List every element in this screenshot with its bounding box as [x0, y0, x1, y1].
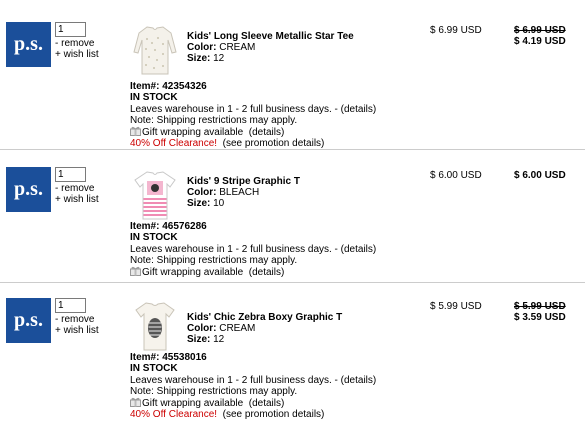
product-thumbnail[interactable]	[130, 24, 180, 76]
item-number: 42354326	[162, 81, 207, 92]
shipping-note: Leaves warehouse in 1 - 2 full business …	[130, 374, 377, 386]
row-divider	[0, 149, 585, 150]
stock-status: IN STOCK	[130, 232, 178, 244]
restriction-note: Note: Shipping restrictions may apply.	[130, 385, 298, 397]
cart-item-3: p.s. - remove + wish list Kids' Chic Zeb…	[0, 298, 585, 423]
wish-list-link[interactable]: + wish list	[55, 49, 99, 60]
product-thumbnail[interactable]	[130, 169, 180, 221]
unit-price: $ 6.99 USD	[430, 25, 482, 36]
restriction-note: Note: Shipping restrictions may apply.	[130, 254, 298, 266]
gift-wrap-row: Gift wrapping available (details)	[130, 397, 376, 409]
product-details: Kids' 9 Stripe Graphic T Color: BLEACH S…	[187, 176, 300, 209]
promo-text: 40% Off Clearance!	[130, 138, 218, 150]
gift-details-link[interactable]: (details)	[249, 267, 285, 278]
item-actions: - remove + wish list	[55, 183, 99, 205]
stock-status: IN STOCK	[130, 363, 178, 375]
original-price: $ 6.99 USD	[514, 25, 566, 36]
item-number: 46576286	[162, 221, 207, 232]
gift-wrap-text: Gift wrapping available	[142, 127, 244, 139]
color-value: CREAM	[219, 323, 256, 334]
size-value: 12	[213, 53, 225, 64]
row-divider	[0, 282, 585, 283]
color-value: CREAM	[219, 42, 256, 53]
size-label: Size:	[187, 198, 211, 209]
restriction-note: Note: Shipping restrictions may apply.	[130, 114, 298, 126]
sale-price: $ 3.59 USD	[514, 312, 566, 323]
gift-wrap-text: Gift wrapping available	[142, 398, 244, 410]
color-label: Color:	[187, 187, 217, 198]
size-label: Size:	[187, 334, 211, 345]
price-total: $ 5.99 USD $ 3.59 USD	[514, 301, 566, 323]
unit-price: $ 5.99 USD	[430, 301, 482, 312]
item-info: Item#: 46576286 IN STOCK Leaves warehous…	[130, 221, 376, 278]
price-total: $ 6.00 USD	[514, 170, 566, 181]
gift-wrap-row: Gift wrapping available (details)	[130, 266, 376, 278]
item-number-label: Item#:	[130, 221, 160, 232]
item-info: Item#: 42354326 IN STOCK Leaves warehous…	[130, 81, 376, 150]
product-thumbnail[interactable]	[130, 300, 180, 352]
sale-price: $ 6.00 USD	[514, 170, 566, 181]
remove-link[interactable]: - remove	[55, 314, 99, 325]
original-price: $ 5.99 USD	[514, 301, 566, 312]
remove-link[interactable]: - remove	[55, 38, 99, 49]
color-label: Color:	[187, 323, 217, 334]
item-actions: - remove + wish list	[55, 38, 99, 60]
item-number-label: Item#:	[130, 81, 160, 92]
item-actions: - remove + wish list	[55, 314, 99, 336]
price-total: $ 6.99 USD $ 4.19 USD	[514, 25, 566, 47]
item-number: 45538016	[162, 352, 207, 363]
shipping-note: Leaves warehouse in 1 - 2 full business …	[130, 243, 377, 255]
wish-list-link[interactable]: + wish list	[55, 325, 99, 336]
gift-wrap-row: Gift wrapping available (details)	[130, 126, 376, 138]
item-info: Item#: 45538016 IN STOCK Leaves warehous…	[130, 352, 376, 421]
promo-details-link[interactable]: (see promotion details)	[223, 138, 325, 149]
size-label: Size:	[187, 53, 211, 64]
gift-details-link[interactable]: (details)	[249, 127, 285, 138]
cart-item-2: p.s. - remove + wish list Kids' 9 Stripe…	[0, 167, 585, 287]
product-name[interactable]: Kids' Chic Zebra Boxy Graphic T	[187, 312, 342, 323]
gift-wrap-text: Gift wrapping available	[142, 267, 244, 279]
gift-icon	[130, 267, 141, 277]
promo-details-link[interactable]: (see promotion details)	[223, 409, 325, 420]
color-value: BLEACH	[219, 187, 260, 198]
remove-link[interactable]: - remove	[55, 183, 99, 194]
quantity-input[interactable]	[55, 167, 86, 182]
size-value: 10	[213, 198, 225, 209]
brand-logo: p.s.	[6, 298, 51, 343]
quantity-input[interactable]	[55, 298, 86, 313]
stock-status: IN STOCK	[130, 92, 178, 104]
product-name[interactable]: Kids' 9 Stripe Graphic T	[187, 176, 300, 187]
item-number-label: Item#:	[130, 352, 160, 363]
wish-list-link[interactable]: + wish list	[55, 194, 99, 205]
size-value: 12	[213, 334, 225, 345]
unit-price: $ 6.00 USD	[430, 170, 482, 181]
sale-price: $ 4.19 USD	[514, 36, 566, 47]
shipping-note: Leaves warehouse in 1 - 2 full business …	[130, 103, 377, 115]
brand-logo: p.s.	[6, 22, 51, 67]
color-label: Color:	[187, 42, 217, 53]
product-details: Kids' Chic Zebra Boxy Graphic T Color: C…	[187, 312, 342, 345]
gift-details-link[interactable]: (details)	[249, 398, 285, 409]
brand-logo: p.s.	[6, 167, 51, 212]
product-details: Kids' Long Sleeve Metallic Star Tee Colo…	[187, 31, 354, 64]
promo-text: 40% Off Clearance!	[130, 409, 218, 421]
product-name[interactable]: Kids' Long Sleeve Metallic Star Tee	[187, 31, 354, 42]
cart-item-1: p.s. - remove + wish list Kids' Long Sle…	[0, 22, 585, 150]
gift-icon	[130, 398, 141, 408]
gift-icon	[130, 127, 141, 137]
quantity-input[interactable]	[55, 22, 86, 37]
